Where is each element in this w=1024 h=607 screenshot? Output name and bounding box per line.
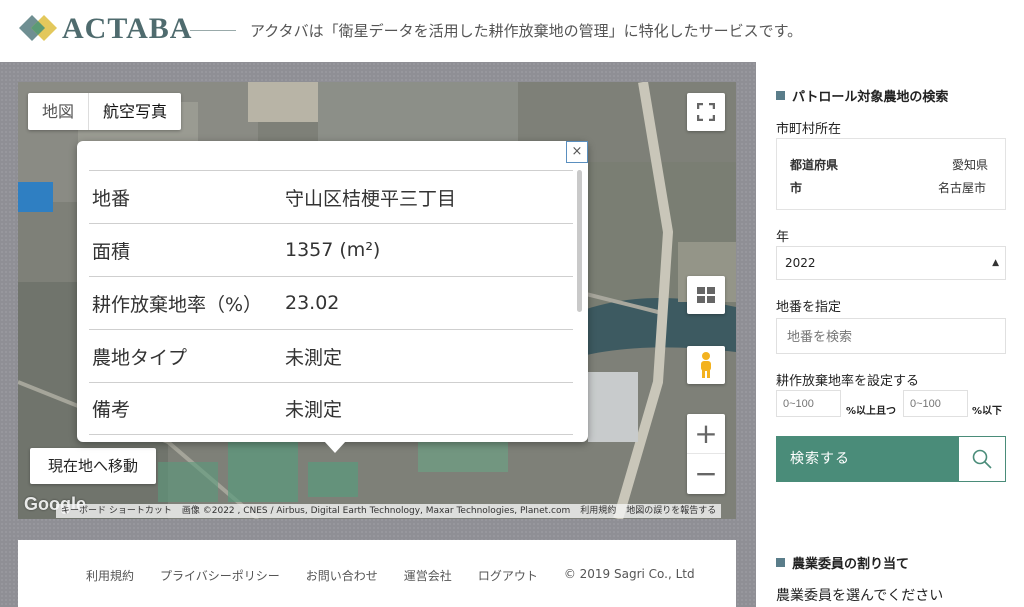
grid-icon (697, 287, 715, 303)
report-error-link[interactable]: 地図の誤りを報告する (621, 504, 721, 518)
map-attribution: キーボード ショートカット 画像 ©2022 , CNES / Airbus, … (56, 504, 722, 518)
city-value: 名古屋市 (938, 181, 987, 195)
table-row: 備考 未測定 (89, 382, 573, 435)
assign-section-title-text: 農業委員の割り当て (792, 557, 910, 572)
year-select[interactable]: 2022 ▲ (776, 246, 1006, 280)
street-view-pegman-button[interactable] (687, 346, 725, 384)
footer-logout-link[interactable]: ログアウト (478, 567, 538, 584)
footer-links: 利用規約 プライバシーポリシー お問い合わせ 運営会社 ログアウト © 2019… (86, 567, 721, 584)
section-marker-icon (776, 558, 785, 567)
zoom-control: + − (687, 414, 725, 494)
assign-label: 農業委員を選んでください (776, 588, 944, 604)
section-marker-icon (776, 91, 785, 100)
lot-label: 地番を指定 (776, 300, 842, 315)
footer-terms-link[interactable]: 利用規約 (86, 567, 134, 584)
layer-toggle-button[interactable] (687, 276, 725, 314)
table-row: 面積 1357 (m²) (89, 223, 573, 276)
map-type-control: 地図 航空写真 (28, 93, 182, 130)
map-type-satellite-tab[interactable]: 航空写真 (89, 93, 181, 130)
map-type-map-tab[interactable]: 地図 (28, 93, 90, 130)
parcel-lot-value: 守山区桔梗平三丁目 (285, 187, 457, 210)
abandonment-rate-value: 23.02 (285, 292, 340, 314)
brand-name: ACTABA (62, 12, 193, 45)
table-row: 農地タイプ 未測定 (89, 329, 573, 382)
app-header: ACTABA アクタバは「衛星データを活用した耕作放棄地の管理」に特化したサービ… (0, 0, 1024, 62)
table-row: 地番 守山区桔梗平三丁目 (89, 170, 573, 223)
zoom-in-button[interactable]: + (687, 414, 725, 454)
select-arrows-icon: ▲ (992, 258, 999, 268)
header-tagline: アクタバは「衛星データを活用した耕作放棄地の管理」に特化したサービスです。 (250, 22, 803, 40)
municipality-label: 市町村所在 (776, 122, 842, 137)
municipality-box (776, 138, 1006, 210)
parcel-area-value: 1357 (m²) (285, 239, 381, 261)
city-label: 市 (790, 181, 803, 195)
search-icon-button[interactable] (958, 436, 1006, 482)
rate-label: 耕作放棄地率を設定する (776, 374, 920, 389)
map-terms-link[interactable]: 利用規約 (575, 504, 621, 518)
current-location-button[interactable]: 現在地へ移動 (30, 448, 157, 484)
parcel-info-table: 地番 守山区桔梗平三丁目 面積 1357 (m²) 耕作放棄地率（%） 23.0… (89, 170, 573, 435)
remarks-value: 未測定 (285, 399, 343, 421)
fullscreen-icon (697, 103, 715, 121)
remarks-label: 備考 (92, 399, 131, 421)
footer-contact-link[interactable]: お問い合わせ (306, 567, 378, 584)
rate-max-suffix: %以下 (972, 406, 1003, 417)
search-section-title: パトロール対象農地の検索 (776, 86, 948, 105)
assign-section-title: 農業委員の割り当て (776, 553, 909, 572)
imagery-credit: 画像 ©2022 , CNES / Airbus, Digital Earth … (181, 506, 571, 516)
footer-company-link[interactable]: 運営会社 (404, 567, 452, 584)
rate-min-suffix: %以上且つ (846, 406, 897, 417)
actaba-logo-icon (19, 15, 57, 41)
rate-max-input[interactable] (903, 390, 968, 417)
info-window-pointer (324, 441, 346, 453)
abandonment-rate-label: 耕作放棄地率（%） (92, 293, 263, 316)
info-window-scrollbar[interactable] (577, 170, 582, 312)
prefecture-label: 都道府県 (790, 158, 839, 172)
footer-copyright: © 2019 Sagri Co., Ltd (563, 567, 695, 581)
info-window-close-button[interactable]: × (566, 141, 588, 163)
farmland-type-value: 未測定 (285, 346, 343, 369)
search-button[interactable]: 検索する (776, 436, 958, 482)
table-row: 耕作放棄地率（%） 23.02 (89, 276, 573, 329)
zoom-out-button[interactable]: − (687, 454, 725, 494)
search-icon (972, 449, 992, 469)
lot-search-input[interactable] (776, 318, 1006, 354)
search-section-title-text: パトロール対象農地の検索 (792, 90, 949, 105)
footer-privacy-link[interactable]: プライバシーポリシー (160, 567, 280, 584)
parcel-area-label: 面積 (92, 240, 131, 263)
year-select-value: 2022 (785, 256, 816, 270)
keyboard-shortcuts-link[interactable]: キーボード ショートカット (56, 504, 177, 518)
pegman-icon (701, 352, 711, 378)
fullscreen-button[interactable] (687, 93, 725, 131)
farmland-type-label: 農地タイプ (92, 346, 188, 369)
header-divider (190, 30, 236, 31)
parcel-lot-label: 地番 (92, 187, 131, 210)
year-label: 年 (776, 230, 790, 245)
rate-min-input[interactable] (776, 390, 841, 417)
prefecture-value: 愛知県 (952, 158, 989, 172)
